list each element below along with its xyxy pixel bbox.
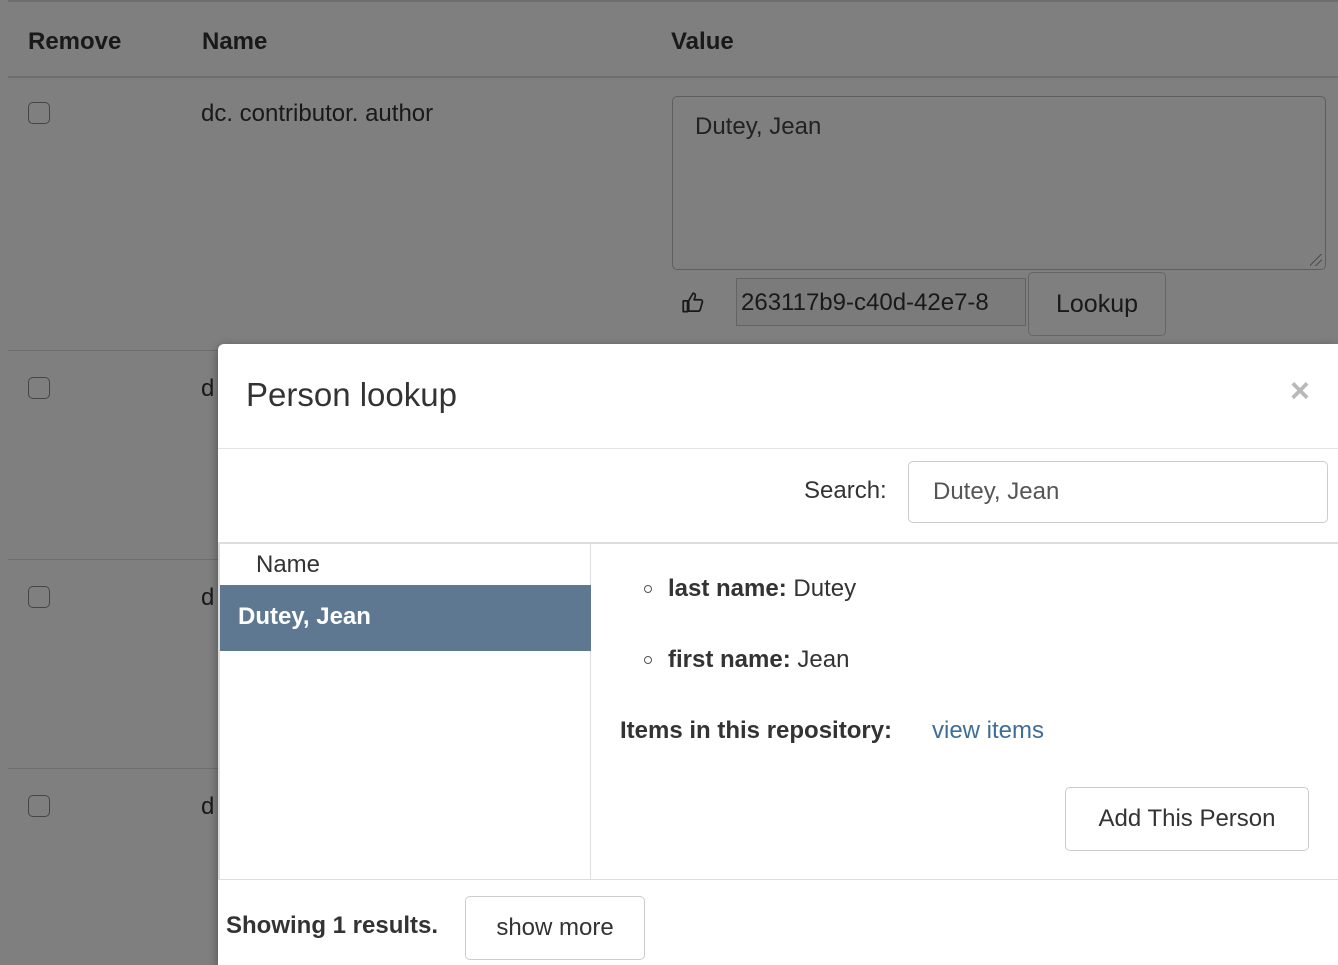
bullet-icon xyxy=(644,585,652,593)
results-column-header: Name xyxy=(256,551,321,578)
close-icon[interactable]: × xyxy=(1290,374,1310,408)
add-this-person-button[interactable]: Add This Person xyxy=(1065,787,1309,851)
last-name-detail: last name: Dutey xyxy=(668,575,856,603)
items-in-repository-label: Items in this repository: xyxy=(620,717,893,744)
first-name-value: Jean xyxy=(797,646,850,673)
show-more-button[interactable]: show more xyxy=(465,896,645,960)
modal-footer: Showing 1 results. show more xyxy=(218,879,1338,965)
modal-title: Person lookup xyxy=(246,376,457,413)
search-bar: Search: Dutey, Jean xyxy=(218,449,1338,544)
search-input[interactable]: Dutey, Jean xyxy=(908,461,1328,523)
person-details: last name: Dutey first name: Jean Items … xyxy=(592,543,1338,879)
bullet-icon xyxy=(644,656,652,664)
search-label: Search: xyxy=(804,477,887,504)
last-name-label: last name: xyxy=(668,575,787,602)
result-row-selected[interactable]: Dutey, Jean xyxy=(220,585,591,651)
results-count: Showing 1 results. xyxy=(226,912,439,939)
results-list: Name Dutey, Jean xyxy=(218,543,591,879)
first-name-detail: first name: Jean xyxy=(668,646,849,674)
person-lookup-modal: Person lookup × Search: Dutey, Jean Name… xyxy=(218,344,1338,965)
last-name-value: Dutey xyxy=(793,575,857,602)
view-items-link[interactable]: view items xyxy=(932,717,1044,745)
modal-header: Person lookup × xyxy=(218,344,1338,449)
first-name-label: first name: xyxy=(668,646,791,673)
